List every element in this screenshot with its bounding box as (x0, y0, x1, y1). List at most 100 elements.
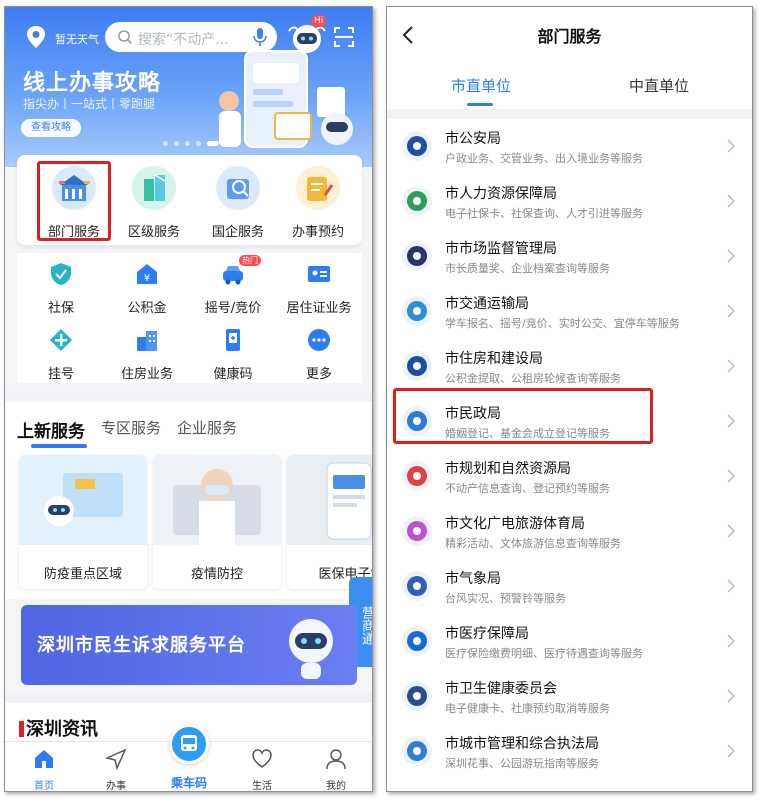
department-description: 精彩活动、文体旅游信息查询等服务 (445, 537, 621, 550)
department-row-human-resources[interactable]: 市人力资源保障局电子社保卡、社保查询、人才引进等服务 (387, 174, 752, 229)
department-emblem-icon (402, 736, 432, 766)
promo-banner[interactable]: 深圳市民生诉求服务平台 (21, 605, 357, 685)
nav-home[interactable]: 首页 (19, 748, 69, 792)
social-security-button[interactable]: 社保 (21, 261, 101, 316)
weather-text[interactable]: 暂无天气 (55, 31, 99, 47)
location-icon[interactable] (25, 25, 47, 49)
chevron-right-icon (727, 524, 735, 538)
department-name: 市城市管理和综合执法局 (445, 736, 599, 752)
more-button[interactable]: 更多 (279, 327, 359, 382)
lottery-bidding-button[interactable]: 热门 摇号/竞价 (193, 255, 273, 316)
chevron-right-icon (727, 194, 735, 208)
tile-epidemic-zones[interactable]: 防疫重点区域 (19, 455, 147, 589)
carousel-dot[interactable] (163, 141, 168, 146)
department-description: 公积金提取、公租房轮候查询等服务 (445, 372, 621, 385)
appointment-label: 办事预约 (291, 225, 344, 240)
nav-label: 我的 (326, 781, 346, 792)
unit-tabs: 市直单位 中直单位 (387, 63, 752, 109)
department-row-market-supervision[interactable]: 市市场监督管理局 市长质量奖、企业档案查询等服务 (387, 229, 752, 284)
tile-epidemic-prevention[interactable]: 疫情防控 (153, 455, 281, 589)
tab-municipal-units[interactable]: 市直单位 (411, 75, 551, 96)
department-row-urban-management[interactable]: 市城市管理和综合执法局 深圳花事、公园游玩指南等服务 (387, 724, 752, 779)
department-description: 不动产信息查询、登记预约等服务 (445, 482, 610, 495)
tile-image (287, 455, 372, 545)
promo-text: 深圳市民生诉求服务平台 (37, 635, 246, 656)
hot-badge: 热门 (239, 255, 261, 266)
department-row-medical-security[interactable]: 市医疗保障局 医疗保险缴费明细、医疗待遇查询等服务 (387, 614, 752, 669)
department-emblem-icon (402, 186, 432, 216)
highlight-box (393, 388, 653, 444)
grid-label: 更多 (305, 367, 332, 382)
heart-icon (252, 749, 272, 768)
bus-icon (181, 735, 197, 751)
chevron-right-icon (727, 359, 735, 373)
carousel-dot-active[interactable] (207, 141, 219, 146)
hero-banner[interactable]: 暂无天气 搜索“不动产... Hi 线上办事攻略 指尖办丨一站式丨零跑腿 查看攻… (5, 7, 372, 167)
housing-fund-button[interactable]: ¥ 公积金 (107, 261, 187, 316)
department-name: 市医疗保障局 (445, 626, 529, 642)
health-code-button[interactable]: 健康码 (193, 327, 273, 382)
department-description: 学车报名、摇号/竞价、实时公交、宜停车等服务 (445, 317, 680, 330)
department-emblem-icon (402, 461, 432, 491)
department-emblem-icon (402, 571, 432, 601)
department-row-transport[interactable]: 市交通运输局 学车报名、摇号/竞价、实时公交、宜停车等服务 (387, 284, 752, 339)
nav-services[interactable]: 办事 (91, 748, 141, 791)
nav-me[interactable]: 我的 (311, 748, 361, 792)
chevron-right-icon (727, 304, 735, 318)
microphone-icon[interactable] (251, 27, 269, 47)
bus-code-button[interactable] (169, 724, 209, 764)
department-name: 市卫生健康委员会 (445, 681, 557, 697)
tile-medical-insurance[interactable]: 医保电子凭 (287, 455, 372, 589)
department-row-housing[interactable]: 市住房和建设局公积金提取、公租房轮候查询等服务 (387, 339, 752, 394)
soe-services-button[interactable]: 国企服务 (203, 165, 273, 240)
phone-icon (226, 329, 240, 351)
department-name: 市住房和建设局 (445, 351, 543, 367)
grid-label: 挂号 (47, 367, 74, 382)
banner-title: 线上办事攻略 (23, 71, 162, 96)
department-name: 市人力资源保障局 (445, 186, 557, 202)
registration-button[interactable]: 挂号 (21, 327, 101, 382)
nav-life[interactable]: 生活 (237, 748, 287, 791)
appointment-button[interactable]: 办事预约 (283, 165, 353, 240)
bus-code-label[interactable]: 乘车码 (155, 774, 223, 791)
news-title[interactable]: 深圳资讯 (19, 715, 98, 741)
department-description: 台风实况、预警铃等服务 (445, 592, 566, 605)
quick-services-grid: 社保 ¥ 公积金 热门 摇号/竞价 居住证业务 挂号 住房业务 健康码 更多 (17, 253, 362, 383)
district-icon (132, 166, 176, 210)
tile-label: 疫情防控 (190, 567, 243, 582)
department-name: 市规划和自然资源局 (445, 461, 571, 477)
residence-permit-button[interactable]: 居住证业务 (279, 261, 359, 316)
tab-central-units[interactable]: 中直单位 (589, 75, 729, 96)
department-row-health-commission[interactable]: 市卫生健康委员会 电子健康卡、社康预约取消等服务 (387, 669, 752, 724)
carousel-dot[interactable] (185, 141, 190, 146)
department-row-meteorology[interactable]: 市气象局 台风实况、预警铃等服务 (387, 559, 752, 614)
view-guide-button[interactable]: 查看攻略 (21, 119, 81, 137)
scan-icon[interactable] (333, 25, 355, 49)
department-description: 深圳花事、公园游玩指南等服务 (445, 757, 599, 770)
carousel-dot[interactable] (225, 141, 230, 146)
department-emblem-icon (402, 131, 432, 161)
carousel-dots[interactable] (163, 141, 230, 146)
section-divider (5, 693, 372, 703)
district-services-button[interactable]: 区级服务 (119, 165, 189, 240)
department-name: 市公安局 (445, 131, 501, 147)
tab-enterprise-services[interactable]: 企业服务 (177, 417, 237, 438)
housing-business-button[interactable]: 住房业务 (107, 327, 187, 382)
chevron-right-icon (727, 139, 735, 153)
department-row-culture-tourism[interactable]: 市文化广电旅游体育局 精彩活动、文体旅游信息查询等服务 (387, 504, 752, 559)
tab-new-services[interactable]: 上新服务 (17, 417, 85, 442)
nav-label: 首页 (34, 781, 54, 792)
id-card-icon (308, 266, 330, 282)
chevron-right-icon (727, 689, 735, 703)
carousel-dot[interactable] (174, 141, 179, 146)
chevron-right-icon (727, 469, 735, 483)
carousel-dot[interactable] (196, 141, 201, 146)
highlight-box (37, 161, 111, 241)
tab-zone-services[interactable]: 专区服务 (101, 417, 161, 438)
department-emblem-icon (402, 516, 432, 546)
search-icon (118, 30, 133, 45)
department-emblem-icon (402, 351, 432, 381)
department-row-public-security[interactable]: 市公安局 户政业务、交管业务、出入境业务等服务 (387, 119, 752, 174)
department-description: 电子社保卡、社保查询、人才引进等服务 (445, 207, 643, 220)
department-row-planning[interactable]: 市规划和自然资源局不动产信息查询、登记预约等服务 (387, 449, 752, 504)
